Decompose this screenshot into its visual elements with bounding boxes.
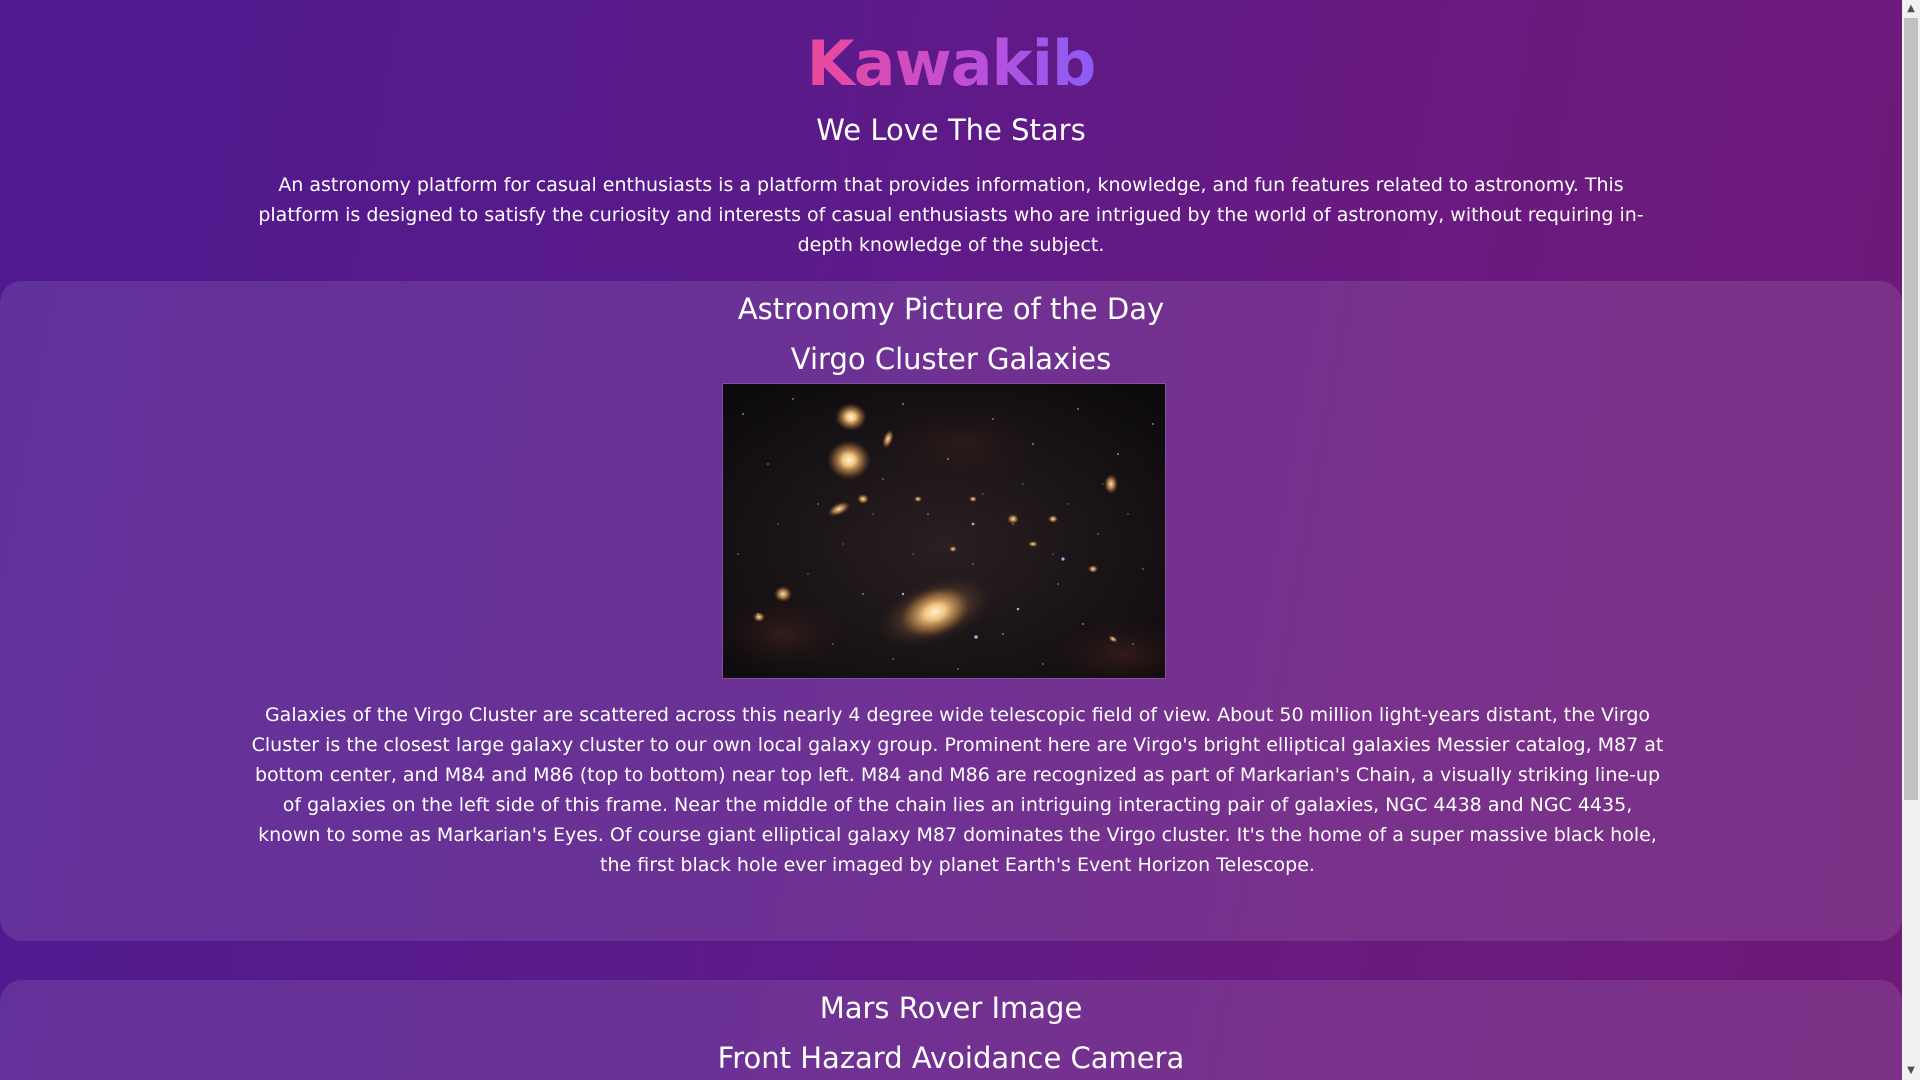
apod-explanation: Galaxies of the Virgo Cluster are scatte… (251, 704, 1664, 876)
apod-image-title: Virgo Cluster Galaxies (790, 342, 1112, 376)
mars-section-title: Mars Rover Image (819, 991, 1083, 1025)
apod-image (722, 383, 1166, 679)
galaxy-field-image (723, 384, 1165, 678)
intro-text: An astronomy platform for casual enthusi… (258, 174, 1644, 256)
scrollbar-thumb[interactable] (1904, 18, 1918, 800)
apod-card: Astronomy Picture of the Day Virgo Clust… (0, 281, 1902, 941)
tagline: We Love The Stars (816, 113, 1086, 147)
mars-camera-name: Front Hazard Avoidance Camera (717, 1041, 1185, 1075)
apod-section-title: Astronomy Picture of the Day (737, 292, 1165, 326)
vertical-scrollbar[interactable]: ▲ ▼ (1902, 0, 1920, 1080)
mars-rover-card: Mars Rover Image Front Hazard Avoidance … (0, 980, 1902, 1080)
brand-text: Kawakib (806, 27, 1097, 100)
triangle-down-icon[interactable]: ▼ (1902, 1062, 1920, 1080)
brand-logo: Kawakib (0, 28, 1902, 100)
triangle-up-icon[interactable]: ▲ (1902, 0, 1920, 18)
page: Kawakib We Love The Stars An astronomy p… (0, 0, 1902, 1080)
